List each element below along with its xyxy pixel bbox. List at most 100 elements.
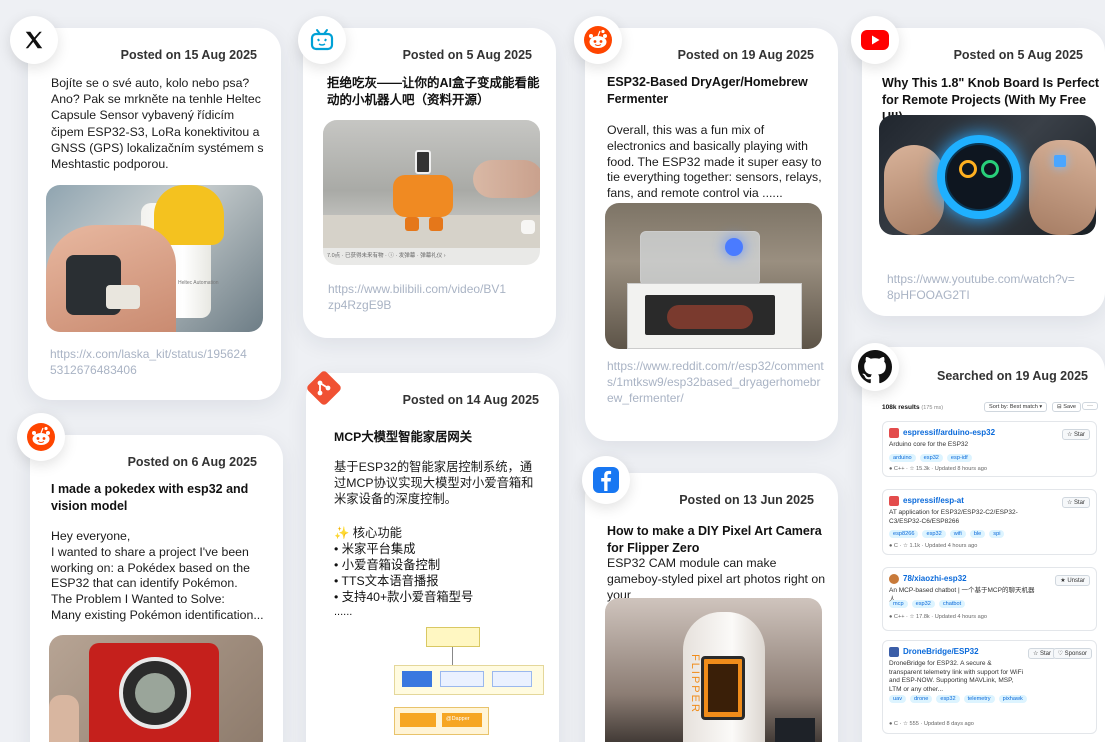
unstar-button[interactable]: ★ Unstar — [1055, 575, 1090, 586]
post-date: Posted on 19 Aug 2025 — [677, 48, 814, 62]
post-link[interactable]: https://x.com/laska_kit/status/195624531… — [50, 346, 250, 378]
topic-tag[interactable]: uav — [889, 695, 907, 703]
heltec-label: Heltec Automation — [178, 280, 219, 286]
repo-meta: ● C++ · ☆ 15.3k · Updated 8 hours ago — [889, 466, 987, 472]
topic-tag[interactable]: esp32 — [919, 454, 943, 462]
repo-result[interactable]: 78/xiaozhi-esp32 An MCP-based chatbot | … — [882, 567, 1097, 631]
feature-item: • 小爱音箱设备控制 — [334, 558, 441, 572]
save-button[interactable]: ⊟ Save — [1052, 402, 1081, 412]
repo-name[interactable]: espressif/arduino-esp32 — [903, 428, 995, 437]
post-date: Posted on 6 Aug 2025 — [127, 455, 257, 469]
repo-description: AT application for ESP32/ESP32-C2/ESP32-… — [889, 509, 1018, 525]
repo-tags: uav drone esp32 telemetry pixhawk — [889, 695, 1039, 703]
repo-meta: ● C · ☆ 1.1k · Updated 4 hours ago — [889, 543, 978, 549]
post-title: How to make a DIY Pixel Art Camera for F… — [607, 524, 822, 555]
sponsor-button[interactable]: ♡ Sponsor — [1052, 648, 1092, 659]
features-list: • 米家平台集成 • 小爱音箱设备控制 • TTS文本语音播报 • 支持40+款… — [334, 541, 544, 619]
topic-tag[interactable]: telemetry — [963, 695, 995, 703]
github-octocat-icon — [851, 343, 899, 391]
topic-tag[interactable]: mcp — [889, 600, 908, 608]
x-logo-icon — [10, 16, 58, 64]
topic-tag[interactable]: esp32 — [922, 530, 946, 538]
play-icon[interactable] — [521, 220, 535, 234]
post-title: I made a pokedex with esp32 and vision m… — [51, 482, 249, 513]
post-body: 基于ESP32的智能家居控制系统，通过MCP协议实现大模型对小爱音箱和米家设备的… — [334, 460, 534, 506]
topic-tag[interactable]: ble — [969, 530, 986, 538]
topic-tag[interactable]: pixhawk — [998, 695, 1027, 703]
post-body: ESP32 CAM module can make gameboy-styled… — [607, 556, 826, 602]
post-card-x[interactable]: Posted on 15 Aug 2025 Bojíte se o své au… — [28, 28, 281, 400]
post-card-git[interactable]: Posted on 14 Aug 2025 MCP大模型智能家居网关 基于ESP… — [306, 373, 559, 742]
post-card-facebook[interactable]: Posted on 13 Jun 2025 How to make a DIY … — [585, 473, 838, 742]
results-count: 108k results (175 ms) — [882, 404, 944, 411]
git-diamond-icon — [300, 364, 348, 412]
post-date: Posted on 13 Jun 2025 — [679, 493, 814, 507]
post-image — [49, 635, 263, 742]
post-title: ESP32-Based DryAger/Homebrew Fermenter — [607, 75, 808, 106]
post-image — [605, 203, 822, 349]
more-button[interactable]: ··· — [1082, 402, 1098, 410]
star-button[interactable]: ☆ Star — [1027, 648, 1056, 659]
more-ellipsis: ...... — [334, 606, 353, 618]
topic-tag[interactable]: esp32 — [936, 695, 960, 703]
post-date: Posted on 5 Aug 2025 — [402, 48, 532, 62]
topic-tag[interactable]: spi — [989, 530, 1005, 538]
facebook-f-icon — [582, 456, 630, 504]
search-date: Searched on 19 Aug 2025 — [937, 369, 1088, 383]
repo-tags: esp8266 esp32 wifi ble spi — [889, 530, 1005, 538]
youtube-play-icon — [851, 16, 899, 64]
post-date: Posted on 5 Aug 2025 — [953, 48, 1083, 62]
topic-tag[interactable]: chatbot — [938, 600, 966, 608]
star-button[interactable]: ☆ Star — [1061, 497, 1090, 508]
feature-item: • 支持40+款小爱音箱型号 — [334, 590, 474, 604]
topic-tag[interactable]: arduino — [889, 454, 916, 462]
reddit-alien-icon — [574, 16, 622, 64]
repo-meta: ● C++ · ☆ 17.8k · Updated 4 hours ago — [889, 614, 987, 620]
repo-tags: mcp esp32 chatbot — [889, 600, 966, 608]
repo-avatar — [889, 574, 899, 584]
repo-result[interactable]: espressif/arduino-esp32 Arduino core for… — [882, 421, 1097, 477]
post-image: 7.0点 · 已获得未来有物 · ⓘ · 发弹幕 · 弹幕礼仪 › — [323, 120, 540, 265]
sort-dropdown[interactable]: Sort by: Best match ▾ — [984, 402, 1048, 412]
post-card-bilibili[interactable]: Posted on 5 Aug 2025 拒绝吃灰——让你的AI盒子变成能看能动… — [303, 28, 556, 338]
topic-tag[interactable]: drone — [910, 695, 933, 703]
post-link[interactable]: https://www.reddit.com/r/esp32/comments/… — [607, 358, 825, 406]
repo-description: DroneBridge for ESP32. A secure & transp… — [889, 660, 1024, 693]
post-card-reddit-pokedex[interactable]: Posted on 6 Aug 2025 I made a pokedex wi… — [30, 435, 283, 742]
post-card-reddit-dryager[interactable]: Posted on 19 Aug 2025 ESP32-Based DryAge… — [585, 28, 838, 441]
repo-description: Arduino core for the ESP32 — [889, 441, 969, 448]
topic-tag[interactable]: esp8266 — [889, 530, 919, 538]
feature-item: • TTS文本语音播报 — [334, 574, 439, 588]
repo-avatar — [889, 428, 899, 438]
topic-tag[interactable]: wifi — [949, 530, 966, 538]
repo-name[interactable]: espressif/esp-at — [903, 496, 964, 505]
repo-tags: arduino esp32 esp-idf — [889, 454, 972, 462]
post-title: MCP大模型智能家居网关 — [334, 430, 472, 444]
post-image — [879, 115, 1096, 235]
post-body: Bojíte se o své auto, kolo nebo psa? Ano… — [51, 76, 264, 172]
diagram-label: @Dapper — [446, 716, 470, 722]
feature-item: • 米家平台集成 — [334, 542, 416, 556]
post-link[interactable]: https://www.bilibili.com/video/BV1zp4Rzg… — [328, 281, 508, 313]
topic-tag[interactable]: esp-idf — [946, 454, 972, 462]
post-date: Posted on 14 Aug 2025 — [402, 393, 539, 407]
post-title: 拒绝吃灰——让你的AI盒子变成能看能动的小机器人吧（资料开源） — [327, 76, 540, 107]
post-card-github[interactable]: Searched on 19 Aug 2025 108k results (17… — [862, 347, 1105, 742]
video-caption: 7.0点 · 已获得未来有物 · ⓘ · 发弹幕 · 弹幕礼仪 › — [327, 253, 446, 259]
repo-avatar — [889, 647, 899, 657]
post-body: Overall, this was a fun mix of electroni… — [607, 123, 822, 201]
post-card-youtube[interactable]: Posted on 5 Aug 2025 Why This 1.8" Knob … — [862, 28, 1105, 316]
repo-name[interactable]: 78/xiaozhi-esp32 — [903, 574, 967, 583]
features-title: ✨ 核心功能 — [334, 526, 402, 540]
topic-tag[interactable]: esp32 — [911, 600, 935, 608]
reddit-alien-icon — [17, 413, 65, 461]
star-button[interactable]: ☆ Star — [1061, 429, 1090, 440]
post-image: Heltec Automation — [46, 185, 263, 332]
repo-meta: ● C · ☆ 555 · Updated 8 days ago — [889, 721, 974, 727]
repo-result[interactable]: espressif/esp-at AT application for ESP3… — [882, 489, 1097, 555]
post-image: FLIPPER — [605, 598, 822, 742]
repo-result[interactable]: DroneBridge/ESP32 DroneBridge for ESP32.… — [882, 640, 1097, 734]
repo-name[interactable]: DroneBridge/ESP32 — [903, 647, 979, 656]
post-link[interactable]: https://www.youtube.com/watch?v=8pHFOOAG… — [887, 271, 1077, 303]
flipper-text: FLIPPER — [688, 654, 701, 714]
